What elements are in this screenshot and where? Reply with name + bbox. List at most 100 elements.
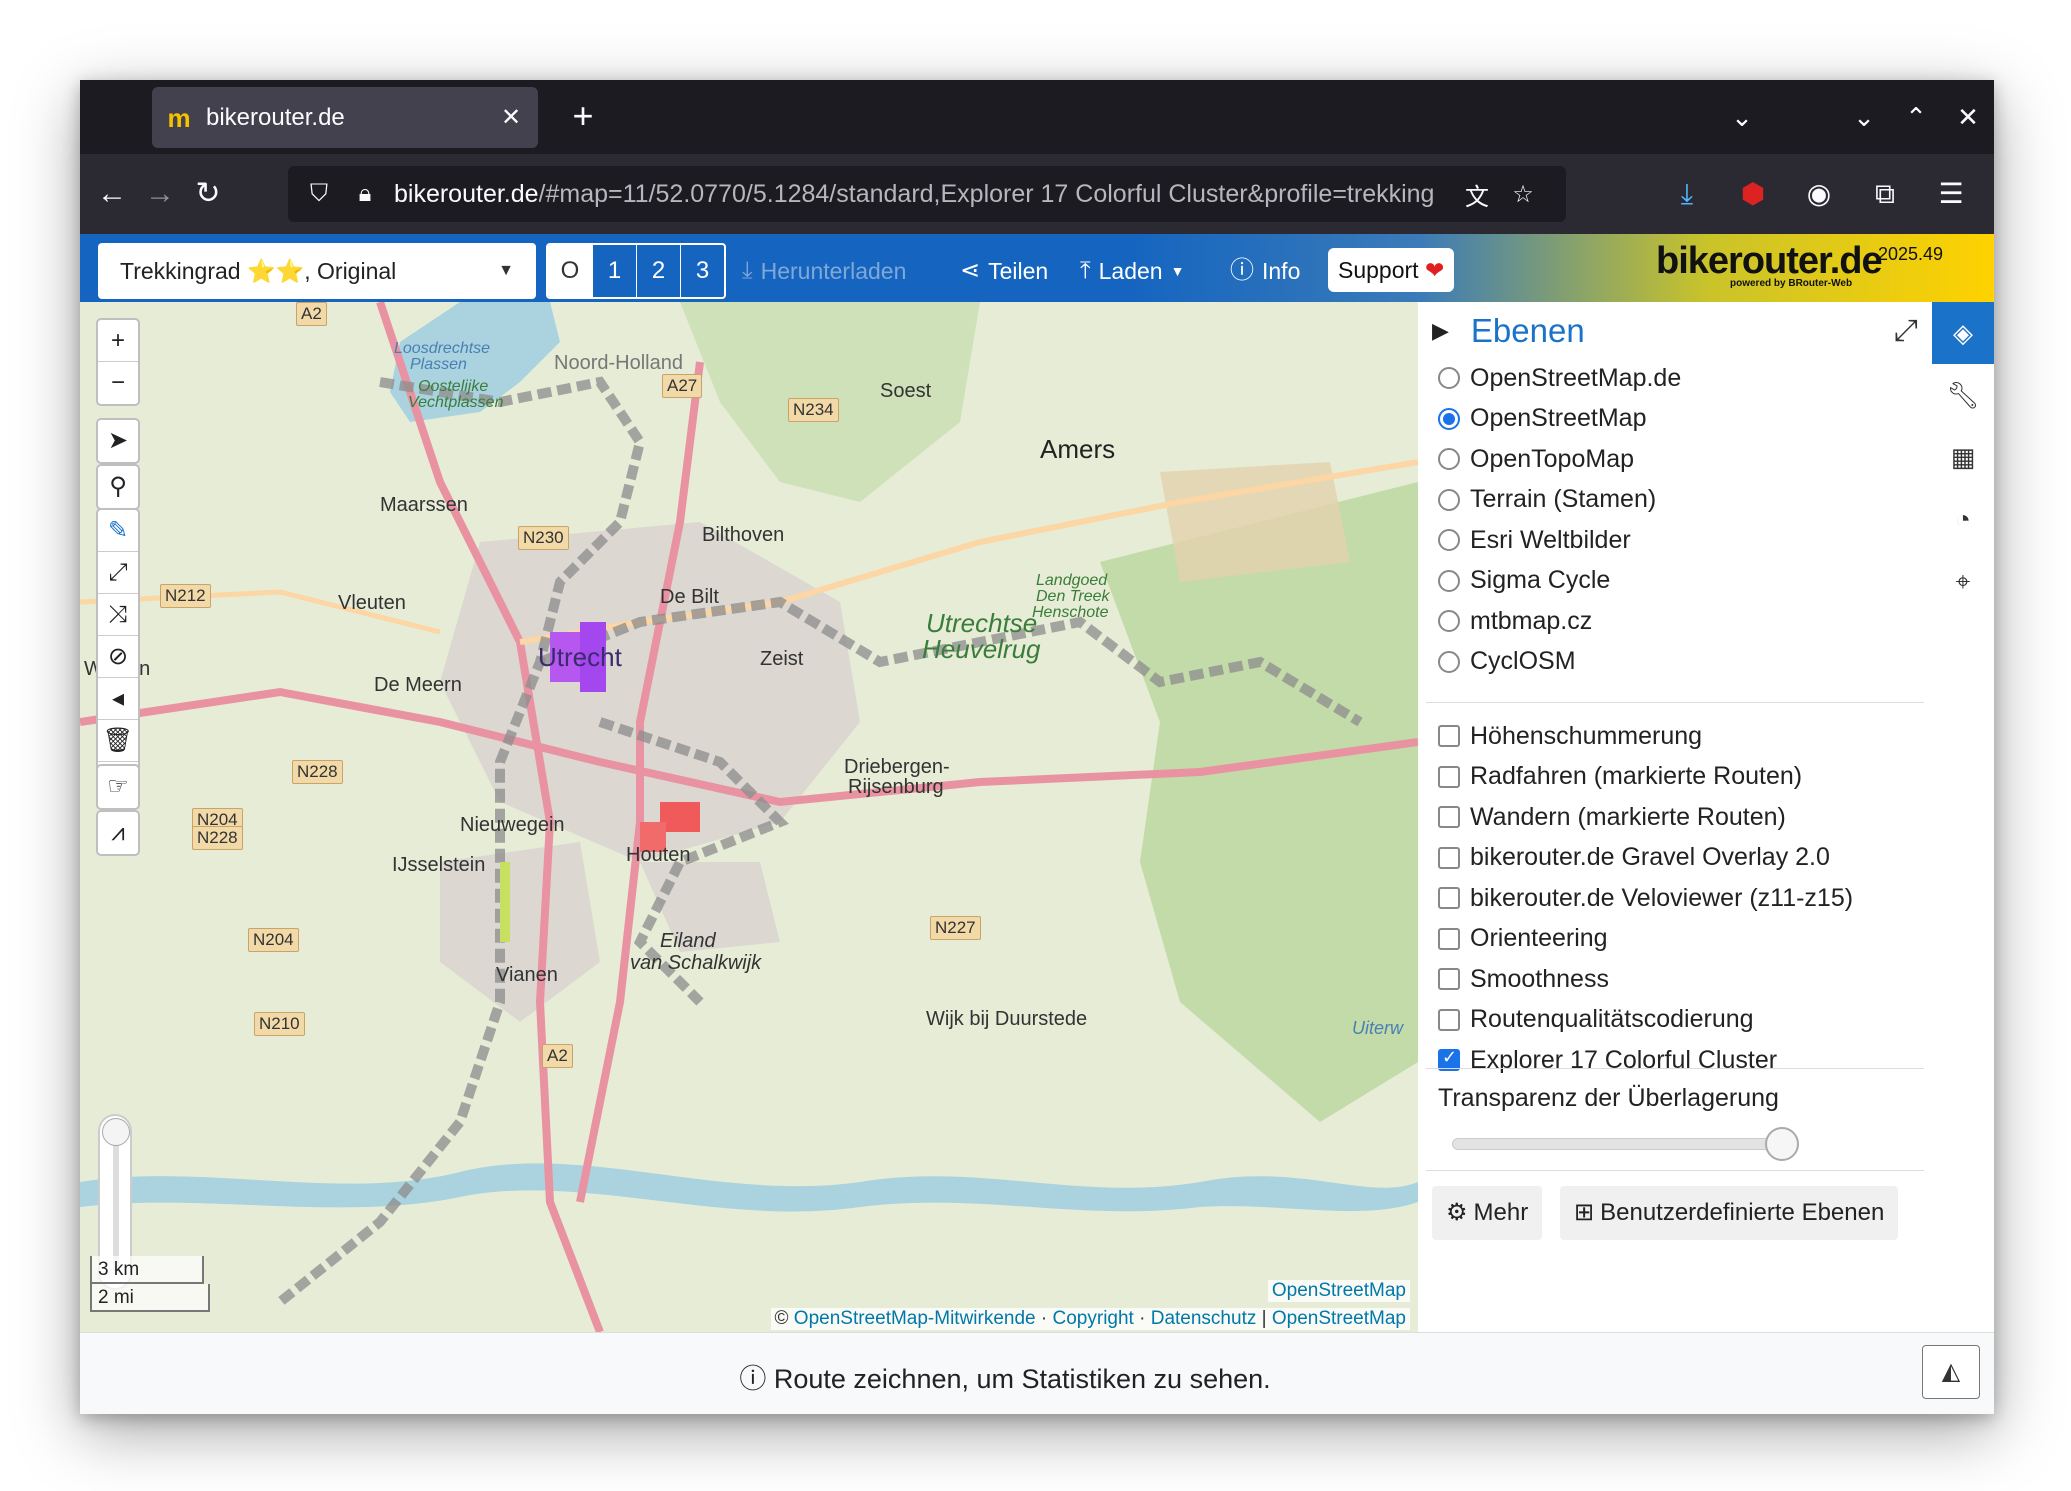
forward-icon[interactable]: → (136, 170, 184, 218)
no-go-area-icon[interactable]: ⊘ (98, 636, 138, 678)
overlay-option[interactable]: bikerouter.de Gravel Overlay 2.0 (1438, 838, 1853, 879)
radio-button[interactable] (1438, 569, 1460, 592)
pie-chart-icon[interactable]: ◔ (1932, 488, 1994, 550)
sidebar-tabs: ◈ 🔧︎ ▦ ◔ ⌖ (1932, 302, 1994, 1332)
overlay-option[interactable]: Höhenschummerung (1438, 716, 1853, 757)
radio-button[interactable] (1438, 650, 1460, 673)
checkbox[interactable] (1438, 765, 1460, 788)
alternative-2[interactable]: 2 (636, 245, 680, 297)
overlay-option[interactable]: bikerouter.de Veloviewer (z11-z15) (1438, 878, 1853, 919)
transparency-slider-knob[interactable] (1765, 1127, 1799, 1161)
load-button[interactable]: ⤒ Laden ▼ (1080, 243, 1184, 299)
checkbox[interactable] (1438, 806, 1460, 829)
checkbox[interactable] (1438, 1008, 1460, 1031)
alternative-1[interactable]: 1 (592, 245, 636, 297)
base-layer-option[interactable]: OpenStreetMap.de (1438, 358, 1681, 399)
reload-icon[interactable]: ↻ (184, 170, 232, 218)
browser-tab[interactable]: m bikerouter.de ✕ (152, 87, 538, 148)
checkbox[interactable] (1438, 887, 1460, 910)
new-tab-button[interactable]: + (560, 94, 606, 140)
alternative-0[interactable]: O (548, 245, 592, 297)
map-marker-icon[interactable]: ⌖ (1932, 550, 1994, 612)
download-button[interactable]: ⤓ Herunterladen (742, 243, 906, 299)
table-icon[interactable]: ▦ (1932, 426, 1994, 488)
osm-contributors-link[interactable]: OpenStreetMap-Mitwirkende (794, 1308, 1036, 1329)
radio-button[interactable] (1438, 488, 1460, 511)
layers-header[interactable]: ▶ Ebenen (1432, 312, 1585, 350)
elevation-chart-button[interactable]: ◭ (1922, 1345, 1980, 1399)
osm-layer-tag[interactable]: OpenStreetMap (1267, 1280, 1410, 1302)
info-button[interactable]: ⓘ Info (1230, 243, 1300, 299)
checkbox[interactable] (1438, 927, 1460, 950)
overlay-option[interactable]: Explorer 17 Colorful Cluster (1438, 1040, 1853, 1081)
radio-button[interactable] (1438, 367, 1460, 390)
plus-square-icon: ⊞ (1574, 1199, 1595, 1226)
overlay-option[interactable]: Orienteering (1438, 919, 1853, 960)
radio-button[interactable] (1438, 448, 1460, 471)
profile-select[interactable]: Trekkingrad ⭐⭐, Original ▼ (98, 243, 536, 299)
minimize-icon[interactable]: ⌄ (1838, 102, 1890, 133)
collapse-caret-icon[interactable]: ▶ (1432, 318, 1449, 344)
custom-layers-button[interactable]: ⊞ Benutzerdefinierte Ebenen (1560, 1186, 1899, 1240)
zoom-out-button[interactable]: − (98, 362, 138, 404)
bookmark-star-icon[interactable]: ☆ (1506, 180, 1540, 209)
overlay-option[interactable]: Smoothness (1438, 959, 1853, 1000)
overlay-option[interactable]: Radfahren (markierte Routen) (1438, 757, 1853, 798)
lock-icon[interactable]: 🔒︎ (348, 180, 382, 208)
map-view[interactable]: Utrecht Maarssen Vleuten De Meern Biltho… (80, 302, 1418, 1332)
poi-marker-icon[interactable]: ◂ (98, 678, 138, 720)
base-layer-option[interactable]: Terrain (Stamen) (1438, 480, 1681, 521)
base-layer-label: Esri Weltbilder (1470, 525, 1631, 554)
privacy-link[interactable]: Datenschutz (1151, 1308, 1257, 1329)
copyright-link[interactable]: Copyright (1053, 1308, 1134, 1329)
menu-icon[interactable]: ☰ (1918, 170, 1984, 218)
radio-button-selected[interactable] (1438, 407, 1460, 430)
osm-link[interactable]: OpenStreetMap (1272, 1308, 1406, 1329)
checkbox[interactable] (1438, 846, 1460, 869)
extensions-icon[interactable]: ⧉ (1852, 170, 1918, 218)
overlay-option[interactable]: Wandern (markierte Routen) (1438, 797, 1853, 838)
settings-wrench-icon[interactable]: 🔧︎ (1932, 364, 1994, 426)
base-layer-option[interactable]: OpenTopoMap (1438, 439, 1681, 480)
opacity-slider-knob[interactable] (102, 1118, 130, 1146)
profile-avatar[interactable]: ◉ (1786, 170, 1852, 218)
alternative-3[interactable]: 3 (680, 245, 724, 297)
tab-list-icon[interactable]: ⌄ (1716, 102, 1768, 133)
radio-button[interactable] (1438, 529, 1460, 552)
elevation-chart-icon[interactable]: ⩘ (98, 812, 138, 854)
maximize-icon[interactable]: ⌃ (1890, 102, 1942, 133)
share-button[interactable]: ⋖ Teilen (960, 243, 1048, 299)
overlay-option[interactable]: Routenqualitätscodierung (1438, 1000, 1853, 1041)
checkbox[interactable] (1438, 968, 1460, 991)
ublock-icon[interactable]: ⬢ (1720, 170, 1786, 218)
close-tab-icon[interactable]: ✕ (498, 103, 524, 132)
support-label: Support (1338, 257, 1419, 283)
expand-icon[interactable]: ⤢ (1894, 314, 1918, 348)
base-layer-option[interactable]: OpenStreetMap (1438, 399, 1681, 440)
base-layer-option[interactable]: CyclOSM (1438, 642, 1681, 683)
more-button[interactable]: ⚙ Mehr (1432, 1186, 1543, 1240)
hand-pointer-icon[interactable]: ☞ (98, 766, 138, 808)
close-window-icon[interactable]: ✕ (1942, 102, 1994, 133)
search-icon[interactable]: ⚲ (98, 466, 138, 508)
delete-route-icon[interactable]: 🗑︎ (98, 720, 138, 762)
locate-arrow-icon[interactable]: ➤ (98, 420, 138, 462)
base-layer-option[interactable]: mtbmap.cz (1438, 601, 1681, 642)
shield-icon[interactable]: ⛉ (302, 180, 336, 208)
url-bar[interactable]: ⛉ 🔒︎ bikerouter.de /#map=11/52.0770/5.12… (288, 166, 1566, 222)
radio-button[interactable] (1438, 610, 1460, 633)
back-icon[interactable]: ← (88, 170, 136, 218)
zoom-in-button[interactable]: + (98, 320, 138, 362)
translate-icon[interactable]: 文 (1460, 177, 1494, 212)
download-icon[interactable]: ⤓ (1654, 170, 1720, 218)
reverse-route-icon[interactable]: ⤨ (98, 594, 138, 636)
base-layer-option[interactable]: Esri Weltbilder (1438, 520, 1681, 561)
support-button[interactable]: Support ❤ (1328, 248, 1455, 292)
checkbox[interactable] (1438, 725, 1460, 748)
base-layer-option[interactable]: Sigma Cycle (1438, 561, 1681, 602)
layers-tab-icon[interactable]: ◈ (1932, 302, 1994, 364)
draw-pencil-icon[interactable]: ✎ (98, 510, 138, 552)
transparency-slider[interactable] (1452, 1127, 1799, 1161)
draw-line-icon[interactable]: ⤢ (98, 552, 138, 594)
info-icon: ⓘ (1230, 257, 1254, 284)
